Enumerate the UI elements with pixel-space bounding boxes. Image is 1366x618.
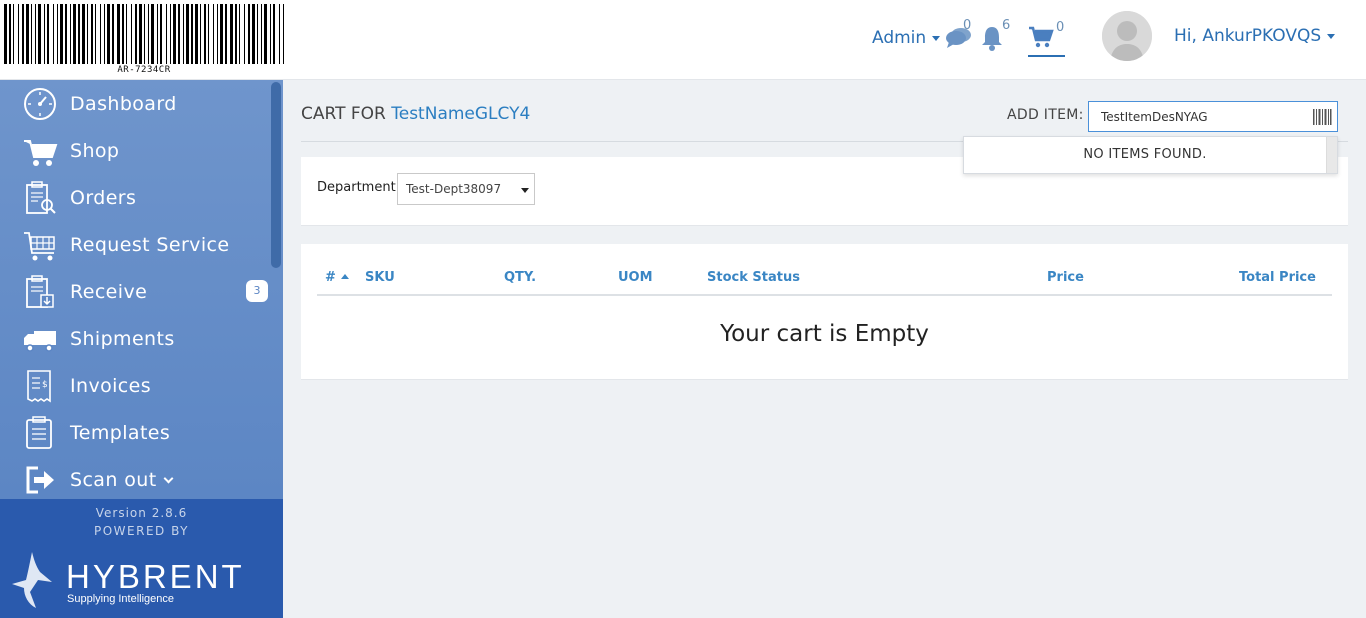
column-header-number[interactable]: # [325,270,349,285]
receive-icon [26,275,54,308]
dashboard-icon [24,88,56,120]
notifications-button[interactable] [980,25,1004,55]
caret-down-icon [1327,33,1336,39]
sidebar-item-label: Receive [70,281,148,303]
barcode-image [4,4,284,64]
sidebar-item-dashboard[interactable]: Dashboard [0,80,270,127]
user-avatar-icon [1102,11,1152,61]
hybrent-logo-icon [12,552,52,608]
sidebar-footer: Version 2.8.6 POWERED BY HYBRENT Supplyi… [0,499,283,618]
column-header-uom[interactable]: UOM [618,270,653,285]
cart-count: 0 [1056,20,1065,35]
invoice-icon: $ [27,370,51,403]
department-value: Test-Dept38097 [406,182,502,196]
svg-text:$: $ [42,380,48,390]
column-header-total-price[interactable]: Total Price [1239,270,1316,285]
admin-menu[interactable]: Admin [872,28,941,48]
sidebar-item-label: Templates [70,422,171,444]
chevron-down-icon [163,473,174,484]
top-header: AR-7234CR Admin 0 6 0 Hi, AnkurPKOVQS [0,0,1366,80]
sort-ascending-icon [340,274,349,279]
scan-out-icon [26,466,54,494]
cart-active-indicator [1028,55,1065,57]
notifications-count: 6 [1002,18,1011,33]
column-header-stock-status[interactable]: Stock Status [707,270,800,285]
department-label: Department [317,180,396,195]
receive-count-badge: 3 [246,280,268,302]
cart-table-panel [301,244,1348,380]
truck-icon [24,331,56,352]
cart-icon [1029,26,1054,48]
templates-icon [26,416,52,449]
sidebar-item-scan-out[interactable]: Scan out [0,456,270,499]
sidebar-item-shop[interactable]: Shop [0,127,270,174]
sidebar-item-shipments[interactable]: Shipments [0,315,270,362]
table-header-divider [317,294,1332,296]
sidebar-item-label: Invoices [70,375,152,397]
sidebar-item-label: Dashboard [70,93,177,115]
column-header-qty[interactable]: QTY. [504,270,536,285]
caret-down-icon [521,188,529,193]
dropdown-scrollbar[interactable] [1326,137,1337,173]
sidebar-item-templates[interactable]: Templates [0,409,270,456]
avatar[interactable] [1102,11,1152,61]
add-item-results-dropdown: NO ITEMS FOUND. [963,136,1338,174]
greeting-text: Hi, AnkurPKOVQS [1174,26,1322,46]
sidebar-item-invoices[interactable]: $ Invoices [0,362,270,409]
customer-name-link[interactable]: TestNameGLCY4 [391,104,530,124]
sidebar-item-label: Shipments [70,328,175,350]
app-version: Version 2.8.6 [95,506,188,520]
sidebar-item-label: Orders [70,187,137,209]
column-header-sku[interactable]: SKU [365,270,395,285]
barcode-logo[interactable]: AR-7234CR [4,4,284,76]
barcode-code: AR-7234CR [117,65,171,75]
request-service-icon [24,232,55,261]
sidebar-item-receive[interactable]: Receive 3 [0,268,270,315]
no-items-message: NO ITEMS FOUND. [1083,147,1207,162]
cart-icon [24,140,58,166]
brand-tagline: Supplying Intelligence [67,593,175,605]
sidebar-item-label: Request Service [70,234,230,256]
empty-cart-message: Your cart is Empty [720,321,929,347]
sidebar-scrollbar[interactable] [271,82,281,268]
title-prefix: CART FOR [301,104,386,124]
powered-by-label: POWERED BY [93,524,189,538]
sidebar: Dashboard Shop Orders Request Service Re… [0,80,283,499]
bell-icon [982,27,1002,51]
brand-name: HYBRENT [66,558,245,595]
sidebar-item-orders[interactable]: Orders [0,174,270,221]
barcode-scan-icon[interactable] [1312,108,1332,126]
orders-icon [26,181,56,214]
admin-label: Admin [872,28,927,48]
add-item-input[interactable] [1088,101,1338,132]
sidebar-item-label: Shop [70,140,120,162]
sidebar-item-request-service[interactable]: Request Service [0,221,270,268]
sidebar-item-label: Scan out [70,469,174,491]
cart-button[interactable] [1028,26,1054,52]
page-title: CART FOR TestNameGLCY4 [301,104,530,124]
user-menu[interactable]: Hi, AnkurPKOVQS [1174,26,1336,46]
department-select[interactable]: Test-Dept38097 [397,173,535,205]
messages-count: 0 [963,18,972,33]
column-header-price[interactable]: Price [1047,270,1084,285]
add-item-label: ADD ITEM: [1007,107,1084,123]
caret-down-icon [932,35,941,41]
